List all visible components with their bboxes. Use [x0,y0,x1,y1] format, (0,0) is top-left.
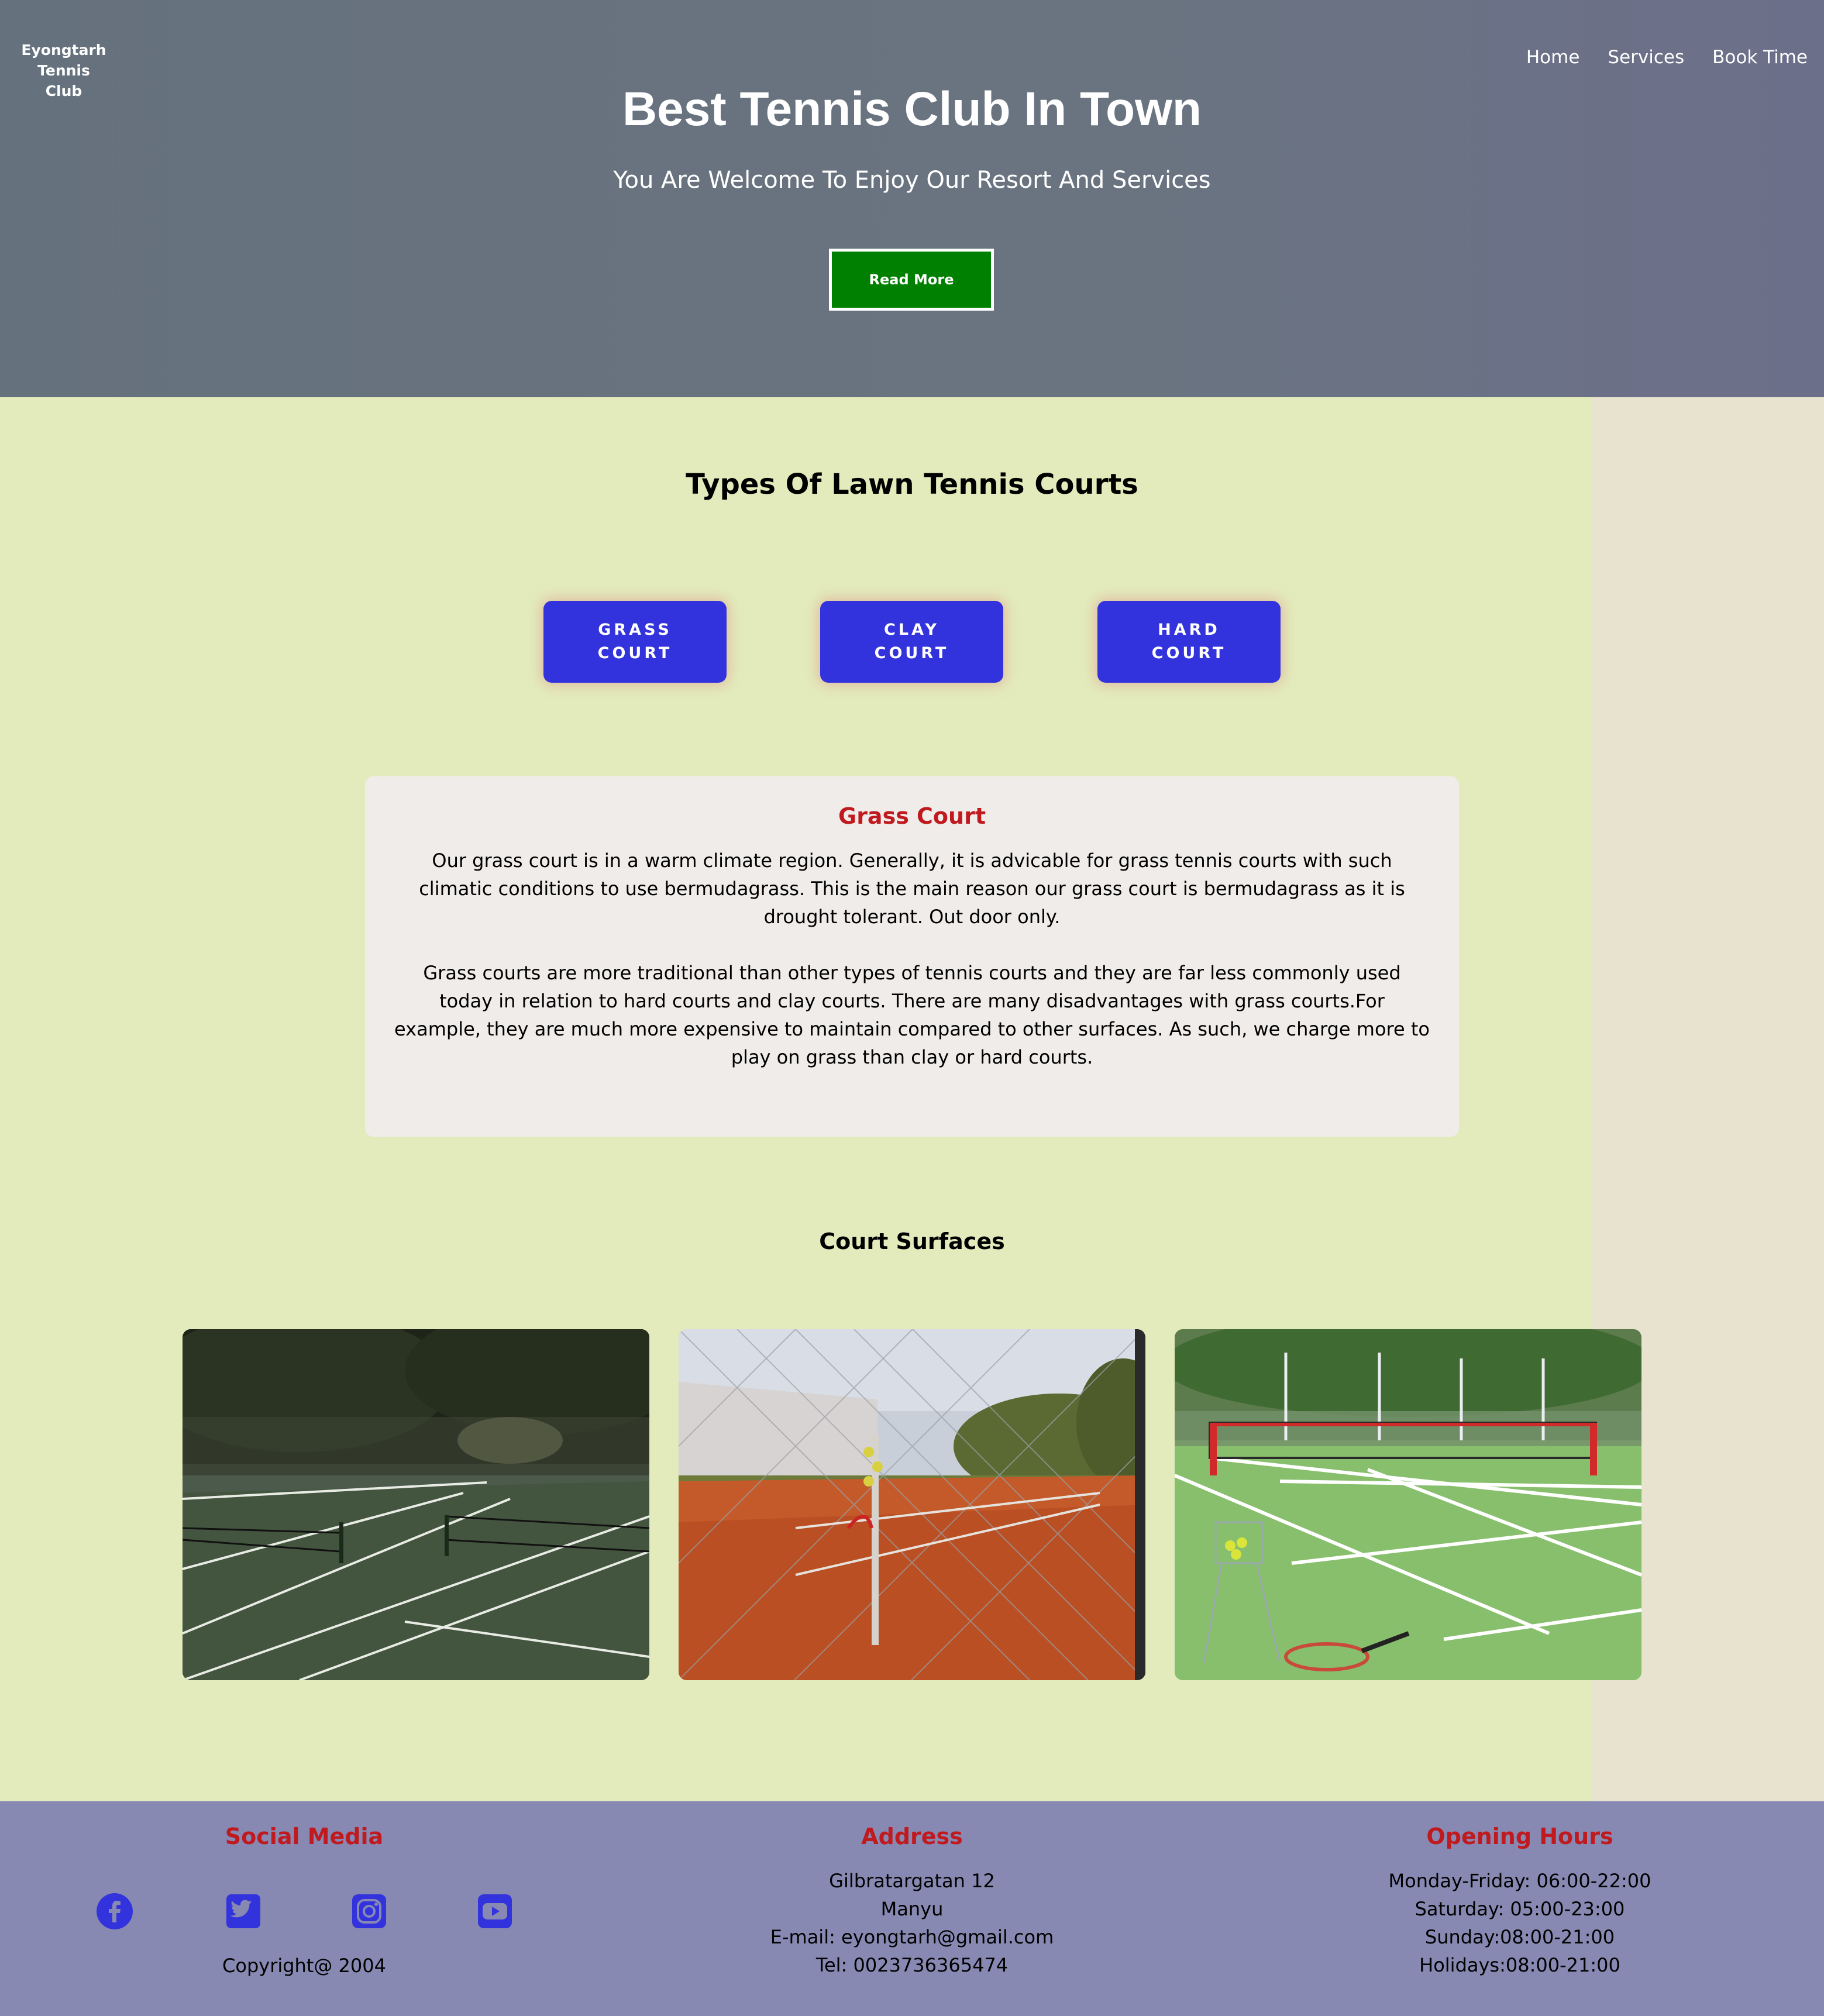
hours-title: Opening Hours [1426,1824,1613,1849]
hard-court-photo [183,1329,649,1680]
grass-court-button[interactable]: GRASS COURT [543,601,727,683]
detail-title: Grass Court [838,803,986,829]
clay-court-line1: CLAY [884,621,939,639]
footer: Social Media Copyright@ 2004 Address Gil… [0,1801,1824,2016]
hero-subtitle: You Are Welcome To Enjoy Our Resort And … [613,167,1211,194]
main-nav: Home Services Book Time [1526,47,1808,68]
green-court-photo [1175,1329,1641,1680]
address-email: E-mail: eyongtarh@gmail.com [770,1926,1054,1948]
hours-saturday: Saturday: 05:00-23:00 [1415,1898,1625,1920]
detail-paragraph-1: Our grass court is in a warm climate reg… [419,849,1405,928]
address-city: Manyu [880,1898,944,1920]
youtube-icon[interactable] [476,1892,514,1931]
address-street: Gilbratargatan 12 [829,1870,995,1892]
nav-book-time[interactable]: Book Time [1712,47,1808,68]
logo-line1: Eyongtarh [21,42,106,59]
twitter-icon[interactable] [224,1892,263,1931]
surfaces-title: Court Surfaces [819,1229,1005,1254]
clay-court-photo [679,1329,1145,1680]
copyright-text: Copyright@ 2004 [222,1955,386,1977]
facebook-icon[interactable] [95,1892,134,1931]
address-phone: Tel: 0023736365474 [815,1954,1009,1976]
instagram-icon[interactable] [350,1892,388,1931]
hard-court-line2: COURT [1151,644,1227,662]
nav-home[interactable]: Home [1526,47,1580,68]
address-column: Address Gilbratargatan 12 Manyu E-mail: … [707,1824,1117,1979]
hours-column: Opening Hours Monday-Friday: 06:00-22:00… [1315,1824,1725,1979]
hours-holidays: Holidays:08:00-21:00 [1419,1954,1620,1976]
address-title: Address [861,1824,963,1849]
hero-banner: Eyongtarh Tennis Club Home Services Book… [0,0,1824,397]
hours-sunday: Sunday:08:00-21:00 [1424,1926,1615,1948]
clay-court-line2: COURT [874,644,949,662]
detail-paragraph-2: Grass courts are more traditional than o… [394,962,1430,1068]
grass-court-line2: COURT [597,644,673,662]
hero-title: Best Tennis Club In Town [622,82,1202,136]
clay-court-button[interactable]: CLAY COURT [820,601,1003,683]
nav-services[interactable]: Services [1608,47,1684,68]
hours-weekdays: Monday-Friday: 06:00-22:00 [1388,1870,1651,1892]
social-title: Social Media [225,1824,384,1849]
hard-court-line1: HARD [1158,621,1220,639]
hard-court-button[interactable]: HARD COURT [1097,601,1281,683]
court-detail-card: Grass Court Our grass court is in a warm… [365,776,1459,1137]
types-title: Types Of Lawn Tennis Courts [686,468,1138,501]
read-more-button[interactable]: Read More [829,249,994,311]
grass-court-line1: GRASS [598,621,672,639]
social-column: Social Media [187,1824,421,1849]
